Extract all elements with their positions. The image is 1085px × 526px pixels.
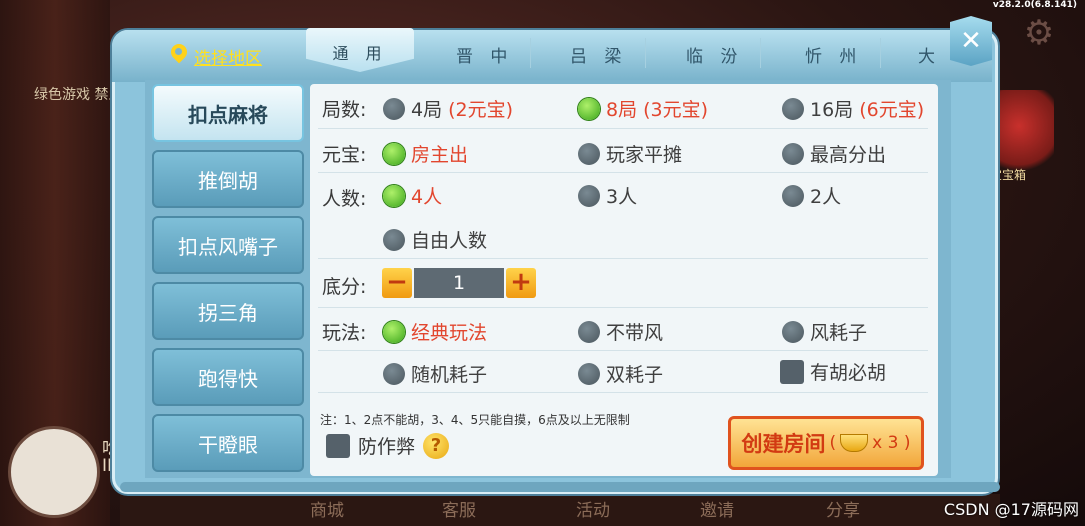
players-option-4[interactable]: 4人 — [383, 182, 442, 209]
plus-button[interactable]: + — [506, 268, 536, 298]
version-label: v28.2.0(6.8.141) — [992, 0, 1077, 10]
play-option-wind-wild[interactable]: 风耗子 — [782, 318, 867, 345]
tab-divider — [760, 38, 761, 68]
nav-item-shop[interactable]: 商城 — [310, 496, 344, 521]
avatar[interactable] — [8, 426, 100, 518]
radio-selected-icon — [383, 184, 405, 207]
select-region-button[interactable]: 选择地区 — [170, 40, 262, 72]
anti-cheat-label: 防作弊 — [358, 436, 416, 458]
tab-divider — [645, 38, 646, 68]
sidebar-item-koudian-majiang[interactable]: 扣点麻将 — [152, 84, 304, 142]
radio-selected-icon — [383, 320, 405, 343]
radio-selected-icon — [578, 97, 600, 120]
radio-icon — [383, 362, 405, 385]
radio-icon — [383, 97, 405, 120]
gear-icon[interactable]: ⚙ — [1020, 14, 1058, 52]
create-room-button[interactable]: 创建房间 ( x 3 ) — [728, 416, 924, 470]
players-label: 人数: — [322, 188, 367, 210]
dialog-scroll-base — [120, 482, 1000, 492]
tab-jinzhong[interactable]: 晋 中 — [456, 42, 513, 67]
watermark: CSDN @17源码网 — [943, 500, 1079, 519]
players-option-2[interactable]: 2人 — [782, 182, 841, 209]
room-cost: x 3 ) — [872, 433, 911, 453]
location-pin-icon — [170, 44, 188, 68]
ingot-option-split[interactable]: 玩家平摊 — [578, 140, 682, 167]
nav-item-service[interactable]: 客服 — [442, 496, 476, 521]
radio-icon — [578, 362, 600, 385]
base-score-stepper: − 1 + — [382, 268, 536, 298]
tab-da[interactable]: 大 — [918, 42, 941, 67]
tab-divider — [880, 38, 881, 68]
players-option-3[interactable]: 3人 — [578, 182, 637, 209]
row-divider — [318, 172, 928, 173]
radio-icon — [383, 228, 405, 251]
play-style-label: 玩法: — [322, 322, 367, 344]
select-region-label: 选择地区 — [194, 48, 262, 69]
tab-linfen[interactable]: 临 汾 — [686, 42, 743, 67]
players-option-free[interactable]: 自由人数 — [383, 226, 487, 253]
play-option-classic[interactable]: 经典玩法 — [383, 318, 487, 345]
row-divider — [318, 128, 928, 129]
rounds-option-8[interactable]: 8局 (3元宝) — [578, 95, 708, 122]
create-room-label: 创建房间 — [741, 432, 826, 456]
background-notice: 绿色游戏 禁止 — [34, 87, 123, 103]
radio-icon — [782, 142, 804, 165]
base-score-value: 1 — [414, 268, 504, 298]
ingot-option-highest[interactable]: 最高分出 — [782, 140, 886, 167]
anti-cheat-toggle[interactable]: 防作弊 ? — [326, 432, 450, 459]
tab-xinzhou[interactable]: 忻 州 — [805, 42, 862, 67]
sidebar-item-koudian-fengzuizi[interactable]: 扣点风嘴子 — [152, 216, 304, 274]
rounds-option-16[interactable]: 16局 (6元宝) — [782, 95, 924, 122]
ingot-option-host[interactable]: 房主出 — [383, 140, 468, 167]
cost-open: ( — [829, 433, 837, 453]
nav-item-events[interactable]: 活动 — [576, 496, 610, 521]
radio-selected-icon — [383, 142, 405, 165]
play-option-double-wild[interactable]: 双耗子 — [578, 360, 663, 387]
close-button[interactable]: ✕ — [950, 16, 992, 66]
help-icon[interactable]: ? — [423, 432, 450, 459]
ingot-icon — [840, 434, 869, 452]
sidebar-item-gandengyan[interactable]: 干瞪眼 — [152, 414, 304, 472]
tab-divider — [530, 38, 531, 68]
radio-icon — [782, 320, 804, 343]
row-divider — [318, 258, 928, 259]
play-option-no-wind[interactable]: 不带风 — [578, 318, 663, 345]
minus-button[interactable]: − — [382, 268, 412, 298]
base-score-label: 底分: — [322, 276, 367, 298]
nav-item-invite[interactable]: 邀请 — [700, 496, 734, 521]
row-divider — [318, 350, 928, 351]
radio-icon — [578, 184, 600, 207]
sidebar-item-tuidaohu[interactable]: 推倒胡 — [152, 150, 304, 208]
rounds-option-4[interactable]: 4局 (2元宝) — [383, 95, 513, 122]
rounds-label: 局数: — [322, 99, 367, 121]
radio-icon — [782, 184, 804, 207]
radio-icon — [578, 320, 600, 343]
radio-icon — [782, 97, 804, 120]
row-divider — [318, 307, 928, 308]
sidebar-item-paodekuai[interactable]: 跑得快 — [152, 348, 304, 406]
checkbox-icon — [780, 359, 804, 384]
play-option-must-win[interactable]: 有胡必胡 — [780, 358, 886, 385]
sidebar-item-guaisanjiao[interactable]: 拐三角 — [152, 282, 304, 340]
close-icon: ✕ — [960, 26, 982, 56]
play-option-random-wild[interactable]: 随机耗子 — [383, 360, 487, 387]
rules-note: 注：1、2点不能胡，3、4、5只能自摸，6点及以上无限制 — [320, 413, 630, 427]
nav-item-share[interactable]: 分享 — [826, 496, 860, 521]
checkbox-icon — [326, 433, 350, 458]
tab-general-label: 通 用 — [332, 44, 388, 63]
ingot-label: 元宝: — [322, 144, 367, 166]
radio-icon — [578, 142, 600, 165]
tab-lvliang[interactable]: 吕 梁 — [570, 42, 627, 67]
row-divider — [318, 392, 928, 393]
bottom-nav: 商城 客服 活动 邀请 分享 — [120, 494, 1000, 526]
